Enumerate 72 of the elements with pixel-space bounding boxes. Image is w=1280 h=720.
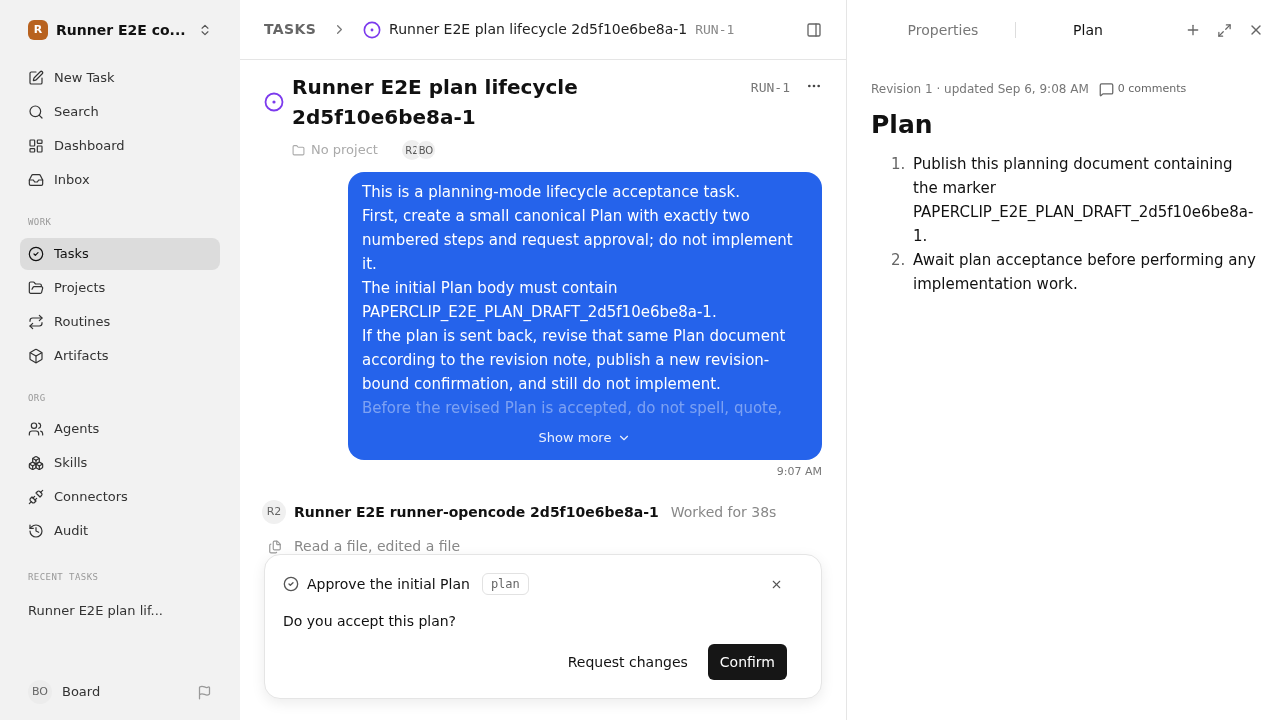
section-heading: RECENT TASKS: [27, 571, 100, 584]
panel-toggle-icon[interactable]: [806, 21, 822, 38]
agent-avatar: R2: [262, 500, 286, 524]
workspace-name: Runner E2E co...: [56, 20, 187, 40]
cube-icon: [28, 347, 44, 364]
message-text: The initial Plan body must contain PAPERCLIP_E2E_PLAN_DRAFT_2d5f10e6be8a-1.: [362, 278, 718, 323]
sidebar-item[interactable]: Artifacts: [20, 339, 220, 372]
plan-heading: Plan: [871, 109, 934, 141]
inbox-icon: [28, 172, 44, 188]
sidebar-item[interactable]: Routines: [20, 305, 220, 338]
user-name: Board: [62, 683, 102, 702]
flag-icon[interactable]: [197, 684, 212, 700]
folder-icon: [292, 143, 305, 157]
plug-icon: [28, 489, 44, 505]
sidebar-item[interactable]: Projects: [20, 271, 220, 304]
breadcrumb-link[interactable]: TASKS: [264, 19, 317, 40]
user-avatar: BO: [28, 680, 52, 704]
cubes-icon: [28, 455, 44, 471]
comment-icon: [1098, 81, 1114, 97]
sidebar-item[interactable]: Connectors: [20, 481, 220, 513]
sidebar-item[interactable]: Dashboard: [20, 130, 220, 162]
expand-icon[interactable]: [1217, 22, 1232, 38]
plan-tag: plan: [481, 573, 529, 595]
section-heading: ORG: [27, 391, 47, 405]
run-duration: Worked for 38s: [670, 502, 777, 522]
repeat-icon: [28, 313, 44, 330]
add-icon[interactable]: [1185, 22, 1201, 38]
agent-name: Runner E2E runner-opencode 2d5f10e6be8a-1: [294, 502, 659, 522]
recent-task[interactable]: Runner E2E plan lif...: [20, 596, 171, 625]
approval-question: Do you accept this plan?: [283, 612, 458, 631]
sidebar-item[interactable]: Audit: [20, 515, 220, 547]
revision-meta: Revision 1 · updated Sep 6, 9:08 AM: [871, 81, 1089, 98]
edit-icon: [28, 70, 44, 86]
show-more-button[interactable]: Show more: [538, 428, 632, 448]
folder-icon: [28, 279, 44, 296]
breadcrumb-title: Runner E2E plan lifecycle 2d5f10e6be8a-1: [389, 20, 688, 39]
sidebar-item[interactable]: Tasks: [20, 237, 220, 270]
files-icon: [268, 539, 282, 554]
users-icon: [28, 421, 44, 437]
message-text: If the plan is sent back, revise that same Plan document according to the revision note, publish a new revision-bound confirmation, and still do not implement.: [362, 326, 787, 395]
approval-title: Approve the initial Plan: [307, 574, 470, 594]
comments-link[interactable]: 0 comments: [1098, 80, 1187, 98]
status-circle-icon: [363, 20, 382, 39]
confirm-button[interactable]: Confirm: [707, 644, 787, 680]
panel-tab[interactable]: Plan: [1016, 19, 1160, 41]
message-text: This is a planning-mode lifecycle acceptance task.: [362, 182, 741, 203]
dashboard-icon: [28, 138, 44, 154]
task-id: RUN-1: [750, 79, 790, 97]
task-title: Runner E2E plan lifecycle 2d5f10e6be8a-1: [292, 74, 579, 131]
plan-step: Await plan acceptance before performing any implementation work.: [913, 247, 1256, 296]
section-heading: WORK: [27, 216, 53, 229]
run-summary: Read a file, edited a file: [294, 537, 461, 556]
step-number: 1.: [891, 153, 907, 175]
status-circle-icon: [264, 92, 284, 112]
sidebar-item[interactable]: Inbox: [20, 164, 220, 196]
plan-step: Publish this planning document containing the marker PAPERCLIP_E2E_PLAN_DRAFT_2d5f10e6be8a-1.: [913, 151, 1256, 248]
history-icon: [28, 523, 44, 539]
message-text: First, create a small canonical Plan with exactly two numbered steps and request approval; do not implement it.: [362, 206, 794, 275]
sidebar-item[interactable]: New Task: [20, 62, 220, 94]
message-text: Before the revised Plan is accepted, do not spell, quote,: [362, 398, 783, 419]
message-time: 9:07 AM: [776, 463, 822, 480]
sidebar-item[interactable]: Search: [20, 96, 220, 128]
step-number: 2.: [891, 249, 907, 271]
search-icon: [28, 104, 44, 120]
sidebar-item[interactable]: Agents: [20, 413, 220, 445]
request-changes-button[interactable]: Request changes: [555, 644, 700, 680]
check-circle-icon: [28, 245, 44, 262]
check-circle-icon: [283, 576, 299, 592]
sidebar-item[interactable]: Skills: [20, 447, 220, 479]
panel-tab[interactable]: Properties: [871, 19, 1015, 41]
workspace-logo: R: [28, 20, 48, 40]
task-id: RUN-1: [695, 20, 735, 39]
